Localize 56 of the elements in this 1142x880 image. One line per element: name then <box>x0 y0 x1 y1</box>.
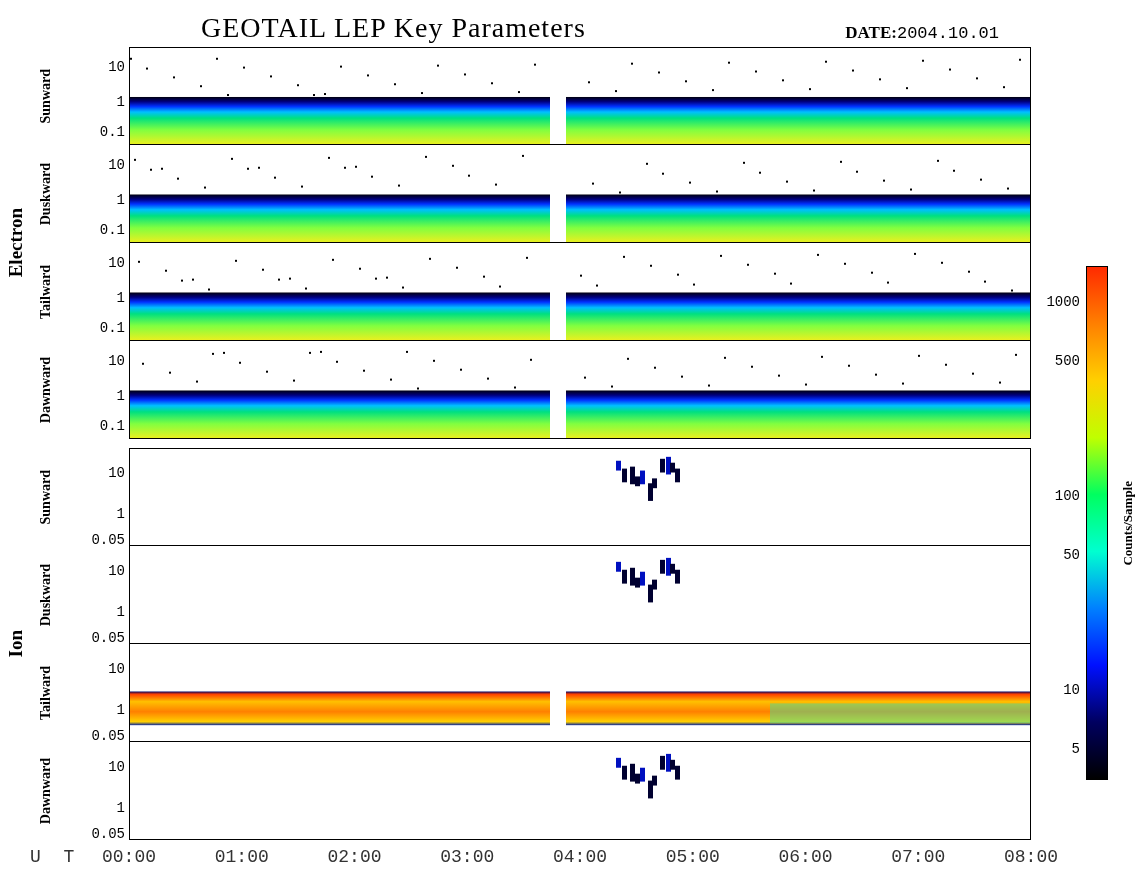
panel-label: Duskward <box>36 162 54 226</box>
panel-label: Tailward <box>36 666 54 720</box>
y-tick-label: 0.05 <box>91 533 125 548</box>
colorbar-tick-label: 500 <box>1054 353 1080 368</box>
x-tick-label: 04:00 <box>553 846 607 869</box>
y-tick-label: 1 <box>116 604 125 619</box>
y-tick-label: 10 <box>108 256 125 271</box>
y-tick-label: 1 <box>116 192 125 207</box>
spectrogram-drawing <box>616 753 680 799</box>
axis-group-label: Ion <box>3 630 27 658</box>
panel-label: Sunward <box>36 469 54 525</box>
y-tick-label: 1 <box>116 94 125 109</box>
x-tick-label: 02:00 <box>327 846 382 869</box>
colorbar-tick-label: 50 <box>1063 547 1080 562</box>
x-axis-label: U T <box>30 847 81 867</box>
panel-label: Dawnward <box>36 757 54 825</box>
x-tick-label: 01:00 <box>214 846 269 869</box>
chart-title: GEOTAIL LEP Key Parameters <box>201 14 586 45</box>
y-tick-label: 1 <box>116 506 125 521</box>
x-tick-label: 00:00 <box>102 846 156 869</box>
spectrogram-drawing <box>616 557 680 603</box>
y-tick-label: 1 <box>116 800 125 815</box>
x-tick-label: 08:00 <box>1004 846 1058 869</box>
y-tick-label: 10 <box>108 60 125 75</box>
y-tick-label: 10 <box>108 760 125 775</box>
date-label: DATE:2004.10.01 <box>845 22 999 45</box>
panel-label: Sunward <box>36 68 54 124</box>
x-tick-label: 05:00 <box>665 846 720 869</box>
y-tick-label: 10 <box>108 466 125 481</box>
y-tick-label: 0.1 <box>99 320 125 335</box>
x-tick-label: 07:00 <box>891 846 946 869</box>
y-tick-label: 0.1 <box>99 418 125 433</box>
y-tick-label: 10 <box>108 564 125 579</box>
y-tick-label: 0.05 <box>91 631 125 646</box>
colorbar-tick-label: 5 <box>1071 741 1080 756</box>
x-tick-label: 06:00 <box>778 846 833 869</box>
y-tick-label: 10 <box>108 158 125 173</box>
panel-label: Dawnward <box>36 356 54 424</box>
y-tick-label: 10 <box>108 354 125 369</box>
colorbar-tick-label: 10 <box>1063 683 1080 698</box>
y-tick-label: 0.05 <box>91 827 125 842</box>
y-tick-label: 0.1 <box>99 222 125 237</box>
y-tick-label: 1 <box>116 290 125 305</box>
y-tick-label: 1 <box>116 702 125 717</box>
y-tick-label: 0.1 <box>99 124 125 139</box>
colorbar-tick-label: 100 <box>1054 489 1080 504</box>
y-tick-label: 0.05 <box>91 729 125 744</box>
panel-label: Duskward <box>36 563 54 627</box>
panel-label: Tailward <box>36 265 54 319</box>
colorbar-tick-label: 1000 <box>1046 295 1080 310</box>
y-tick-label: 1 <box>116 388 125 403</box>
spectrogram-drawing <box>616 456 680 501</box>
x-tick-label: 03:00 <box>440 846 495 869</box>
colorbar-label: Counts/Sample <box>1119 480 1136 566</box>
axis-group-label: Electron <box>3 208 27 278</box>
y-tick-label: 10 <box>108 662 125 677</box>
